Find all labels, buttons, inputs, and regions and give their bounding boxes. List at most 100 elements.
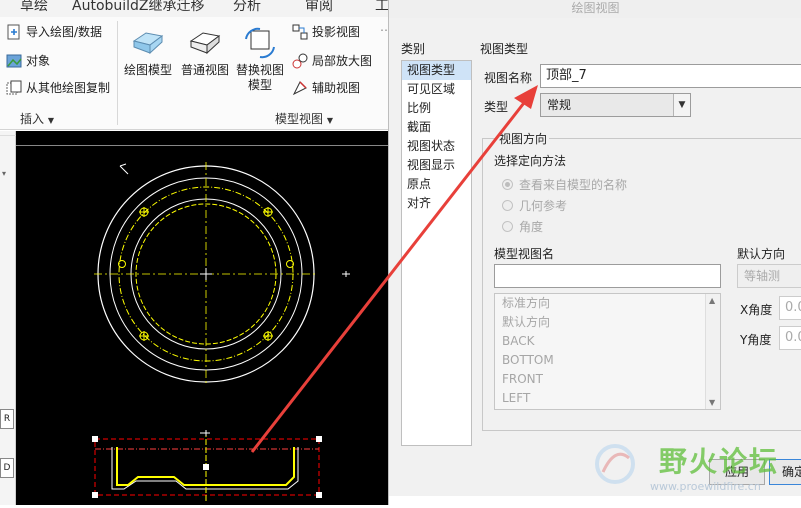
copy-drawing-icon [6,80,22,96]
radio-icon [502,179,513,190]
general-view-button[interactable]: 普通视图 [178,27,232,78]
section-title: 视图类型 [480,42,529,56]
category-scale[interactable]: 比例 [402,99,471,118]
view-name-input[interactable]: 顶部_7 [540,64,801,88]
category-view-state[interactable]: 视图状态 [402,137,471,156]
default-orientation-label: 默认方向 [737,247,786,261]
ribbon: 导入绘图/数据 对象 从其他绘图复制 插入 ▼ 绘图模型 普通视图 替换视图模型 [0,17,392,130]
side-button-r[interactable]: R [0,409,14,429]
top-view[interactable] [94,162,318,386]
watermark-title: 野火论坛 [659,445,780,478]
scroll-down-icon[interactable]: ▼ [709,398,715,407]
scroll-up-icon[interactable]: ▲ [709,296,715,305]
model-view-group-label[interactable]: 模型视图 ▼ [275,110,333,127]
object-label: 对象 [26,54,51,68]
radio-angle-label: 角度 [519,220,544,234]
tab-sketch[interactable]: 草绘 [20,0,48,15]
forum-watermark: 野火论坛 www.proewildfire.cn [593,436,801,498]
category-origin[interactable]: 原点 [402,175,471,194]
divider [0,135,16,136]
category-view-type[interactable]: 视图类型 [402,61,471,80]
drawing-model-icon [130,27,166,59]
dialog-title: 绘图视图 [571,1,620,15]
radio-model-name[interactable]: 查看来自模型的名称 [502,176,627,193]
dialog-titlebar[interactable]: 绘图视图 [389,0,801,18]
drawing-canvas[interactable] [16,131,388,505]
radio-icon [502,221,513,232]
orientation-group-title: 视图方向 [497,130,550,147]
radio-geometry-reference-label: 几何参考 [519,199,568,213]
view-name-label: 视图名称 [484,71,533,85]
replace-view-model-icon [242,27,278,59]
chevron-down-icon[interactable]: ▼ [673,94,690,116]
copy-from-other-drawing-label: 从其他绘图复制 [26,81,111,95]
model-view-name-filter[interactable] [494,264,721,288]
list-item[interactable]: 默认方向 [495,313,720,332]
x-angle-input[interactable]: 0.0 [779,296,801,320]
tab-autobuildz[interactable]: AutobuildZ继承迁移 [72,0,205,15]
category-alignment[interactable]: 对齐 [402,194,471,213]
list-item[interactable]: FRONT [495,370,720,389]
radio-angle[interactable]: 角度 [502,218,543,235]
projection-view-icon [292,24,308,40]
default-orientation-select[interactable]: 等轴测 [737,264,801,288]
drawing-model-button[interactable]: 绘图模型 [121,27,175,78]
import-drawing-data-label: 导入绘图/数据 [26,25,103,39]
detailed-view-icon [292,53,308,69]
replace-view-model-label: 替换视图模型 [235,63,284,92]
model-view-names-list[interactable]: 标准方向 默认方向 BACK BOTTOM FRONT LEFT ▲ ▼ [494,293,721,410]
side-button-d[interactable]: D [0,458,14,478]
dropdown-arrow-icon: ▼ [326,116,333,125]
projection-view-label: 投影视图 [312,25,361,39]
object-button[interactable]: 对象 [6,52,50,69]
auxiliary-view-label: 辅助视图 [312,81,361,95]
object-icon [6,53,22,69]
chevron-down-icon[interactable]: ▾ [2,169,6,178]
list-item[interactable]: 标准方向 [495,294,720,313]
default-orientation-value: 等轴测 [744,269,781,283]
type-label: 类型 [484,100,509,114]
section-marker [119,163,129,175]
category-list[interactable]: 视图类型 可见区域 比例 截面 视图状态 视图显示 原点 对齐 [401,60,472,446]
side-panel-strip: ▾ R D [0,131,16,505]
x-angle-label: X角度 [740,303,773,317]
drawing-svg [16,145,388,503]
insert-group-label[interactable]: 插入 ▼ [20,110,54,127]
auxiliary-view-icon [292,80,308,96]
list-scrollbar[interactable]: ▲ ▼ [705,294,720,409]
center-mark [200,268,212,280]
tab-review[interactable]: 审阅 [305,0,333,15]
radio-icon [502,200,513,211]
list-item[interactable]: BACK [495,332,720,351]
list-item[interactable]: LEFT [495,389,720,408]
radio-geometry-reference[interactable]: 几何参考 [502,197,567,214]
detailed-view-label: 局部放大图 [312,54,373,68]
auxiliary-view-button[interactable]: 辅助视图 [292,79,360,96]
tab-analysis[interactable]: 分析 [233,0,261,15]
radio-model-name-label: 查看来自模型的名称 [519,178,628,192]
group-divider [117,21,118,125]
copy-from-other-drawing-button[interactable]: 从其他绘图复制 [6,79,110,96]
category-section[interactable]: 截面 [402,118,471,137]
general-view-label: 普通视图 [180,63,229,77]
watermark-url: www.proewildfire.cn [650,480,761,493]
category-label: 类别 [401,42,426,56]
list-item[interactable]: BOTTOM [495,351,720,370]
category-view-display[interactable]: 视图显示 [402,156,471,175]
model-view-names-label: 模型视图名 [494,247,555,261]
replace-view-model-button[interactable]: 替换视图模型 [233,27,287,93]
type-select[interactable]: 常规 ▼ [540,93,691,117]
y-angle-label: Y角度 [740,333,772,347]
y-angle-input[interactable]: 0.0 [779,326,801,350]
general-view-icon [187,27,223,59]
section-view[interactable] [92,430,322,503]
tab-tools[interactable]: 工 [375,0,388,15]
category-visible-area[interactable]: 可见区域 [402,80,471,99]
center-handle[interactable] [203,464,209,470]
projection-view-button[interactable]: 投影视图 [292,23,360,40]
view-marker [342,271,350,277]
import-drawing-data-button[interactable]: 导入绘图/数据 [6,23,102,40]
detailed-view-button[interactable]: 局部放大图 [292,52,372,69]
sheet-border [16,145,388,146]
ribbon-tab-bar: 草绘 AutobuildZ继承迁移 分析 审阅 工 [0,0,388,17]
